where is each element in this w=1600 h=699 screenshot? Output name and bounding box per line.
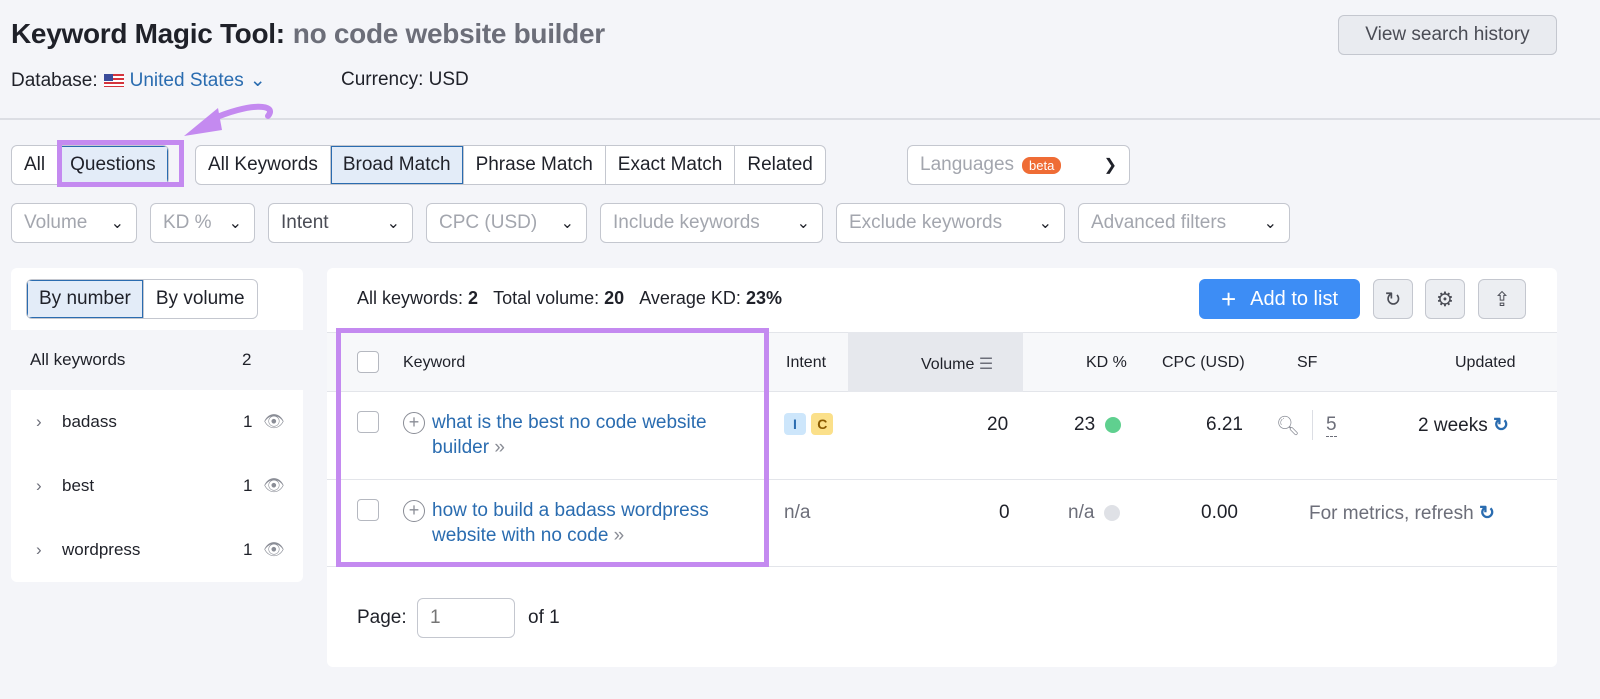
chevron-right-icon: › xyxy=(36,476,42,495)
chevron-down-icon: ⌄ xyxy=(249,70,266,91)
database-value[interactable]: United States xyxy=(130,70,244,92)
export-button[interactable]: ⇪ xyxy=(1478,279,1526,319)
chevron-down-icon: ⌄ xyxy=(228,215,242,232)
header-volume[interactable]: Volume ☰ xyxy=(921,354,993,374)
by-number-button[interactable]: By number xyxy=(27,280,144,318)
intent-informational-badge: I xyxy=(784,413,806,435)
page-total: of 1 xyxy=(528,607,560,628)
updated-value: For metrics, refresh ↻ xyxy=(1309,503,1495,524)
sidebar-group-badass[interactable]: › badass 1 👁 xyxy=(11,402,303,442)
cpc-value: 0.00 xyxy=(1201,502,1238,523)
divider xyxy=(1312,410,1313,440)
header-intent[interactable]: Intent xyxy=(786,354,826,372)
chevron-down-icon: ⌄ xyxy=(110,215,124,232)
by-volume-button[interactable]: By volume xyxy=(144,280,257,318)
beta-badge: beta xyxy=(1022,157,1062,174)
header-cpc[interactable]: CPC (USD) xyxy=(1162,354,1245,372)
kd-filter[interactable]: KD % ⌄ xyxy=(150,203,255,243)
sidebar-group-best[interactable]: › best 1 👁 xyxy=(11,466,303,506)
sf-count[interactable]: 5 xyxy=(1326,414,1337,437)
volume-value: 0 xyxy=(999,502,1010,523)
database-label: Database: xyxy=(11,69,98,91)
kd-value: n/a xyxy=(1068,502,1121,524)
refresh-button[interactable]: ↻ xyxy=(1373,279,1413,319)
chevron-right-icon: › xyxy=(36,540,42,559)
exclude-keywords-filter[interactable]: Exclude keywords ⌄ xyxy=(836,203,1065,243)
cpc-filter[interactable]: CPC (USD) ⌄ xyxy=(426,203,587,243)
intent-commercial-badge: C xyxy=(811,413,834,435)
match-type-tabs: All Keywords Broad Match Phrase Match Ex… xyxy=(195,145,826,185)
chevron-down-icon: ⌄ xyxy=(386,215,400,232)
page-label: Page: xyxy=(357,607,407,628)
group-sort-toggle: By number By volume xyxy=(26,279,258,319)
header-kd[interactable]: KD % xyxy=(1086,354,1127,372)
page-title: Keyword Magic Tool: no code website build… xyxy=(11,18,605,50)
tab-related[interactable]: Related xyxy=(735,146,825,184)
eye-icon[interactable]: 👁 xyxy=(263,540,285,560)
summary: All keywords: 2 Total volume: 20 Average… xyxy=(357,288,782,308)
include-keywords-filter[interactable]: Include keywords ⌄ xyxy=(600,203,823,243)
advanced-filters[interactable]: Advanced filters ⌄ xyxy=(1078,203,1290,243)
tool-name: Keyword Magic Tool: xyxy=(11,18,285,49)
chevron-right-icon: › xyxy=(36,412,42,431)
serp-features-icon[interactable]: 🔍︎ xyxy=(1276,414,1300,438)
chevron-down-icon: ❯ xyxy=(1103,157,1117,174)
kd-value: 23 xyxy=(1074,414,1122,436)
sidebar-group-wordpress[interactable]: › wordpress 1 👁 xyxy=(11,530,303,570)
database-selector[interactable]: Database: United States ⌄ xyxy=(11,69,266,92)
add-to-list-button[interactable]: + Add to list xyxy=(1199,279,1360,319)
header-updated[interactable]: Updated xyxy=(1455,354,1516,372)
volume-filter[interactable]: Volume ⌄ xyxy=(11,203,137,243)
volume-value: 20 xyxy=(987,414,1009,435)
gear-icon: ⚙ xyxy=(1436,288,1454,311)
tab-all-keywords[interactable]: All Keywords xyxy=(196,146,331,184)
tab-broad-match[interactable]: Broad Match xyxy=(330,146,464,184)
keyword-groups-sidebar: By number By volume All keywords 2 › badas… xyxy=(11,268,303,582)
eye-icon[interactable]: 👁 xyxy=(263,476,285,496)
keywords-highlight xyxy=(336,328,769,567)
header-sf[interactable]: SF xyxy=(1297,354,1317,372)
tab-phrase-match[interactable]: Phrase Match xyxy=(464,146,606,184)
sort-icon: ☰ xyxy=(978,356,994,373)
refresh-icon: ↻ xyxy=(1384,288,1402,311)
kd-indicator-icon xyxy=(1104,504,1121,521)
sidebar-item-all[interactable]: All keywords 2 xyxy=(11,330,303,390)
intent-filter[interactable]: Intent ⌄ xyxy=(268,203,413,243)
page-input[interactable] xyxy=(417,598,515,638)
chevron-down-icon: ⌄ xyxy=(796,215,810,232)
languages-dropdown[interactable]: Languages beta ❯ xyxy=(907,145,1130,185)
chevron-down-icon: ⌄ xyxy=(1038,215,1052,232)
languages-label: Languages xyxy=(920,154,1015,175)
tab-all[interactable]: All xyxy=(12,146,59,184)
chevron-down-icon: ⌄ xyxy=(560,215,574,232)
tab-exact-match[interactable]: Exact Match xyxy=(606,146,736,184)
updated-value: 2 weeks ↻ xyxy=(1418,415,1509,436)
refresh-icon[interactable]: ↻ xyxy=(1479,503,1495,524)
intent-value: n/a xyxy=(784,502,811,523)
refresh-icon[interactable]: ↻ xyxy=(1493,415,1509,436)
search-query: no code website builder xyxy=(292,18,605,49)
eye-icon[interactable]: 👁 xyxy=(263,412,285,432)
us-flag-icon xyxy=(103,74,124,87)
plus-icon: + xyxy=(1220,283,1237,314)
upload-icon: ⇪ xyxy=(1493,288,1511,311)
chevron-down-icon: ⌄ xyxy=(1263,215,1277,232)
intent-badges: I C xyxy=(784,413,834,435)
currency-label: Currency: USD xyxy=(341,69,469,90)
kd-indicator-icon xyxy=(1105,416,1122,433)
settings-button[interactable]: ⚙ xyxy=(1425,279,1465,319)
annotation-arrow-icon xyxy=(184,103,273,136)
cpc-value: 6.21 xyxy=(1206,414,1243,435)
questions-highlight xyxy=(57,140,184,187)
view-search-history-button[interactable]: View search history xyxy=(1338,15,1557,55)
